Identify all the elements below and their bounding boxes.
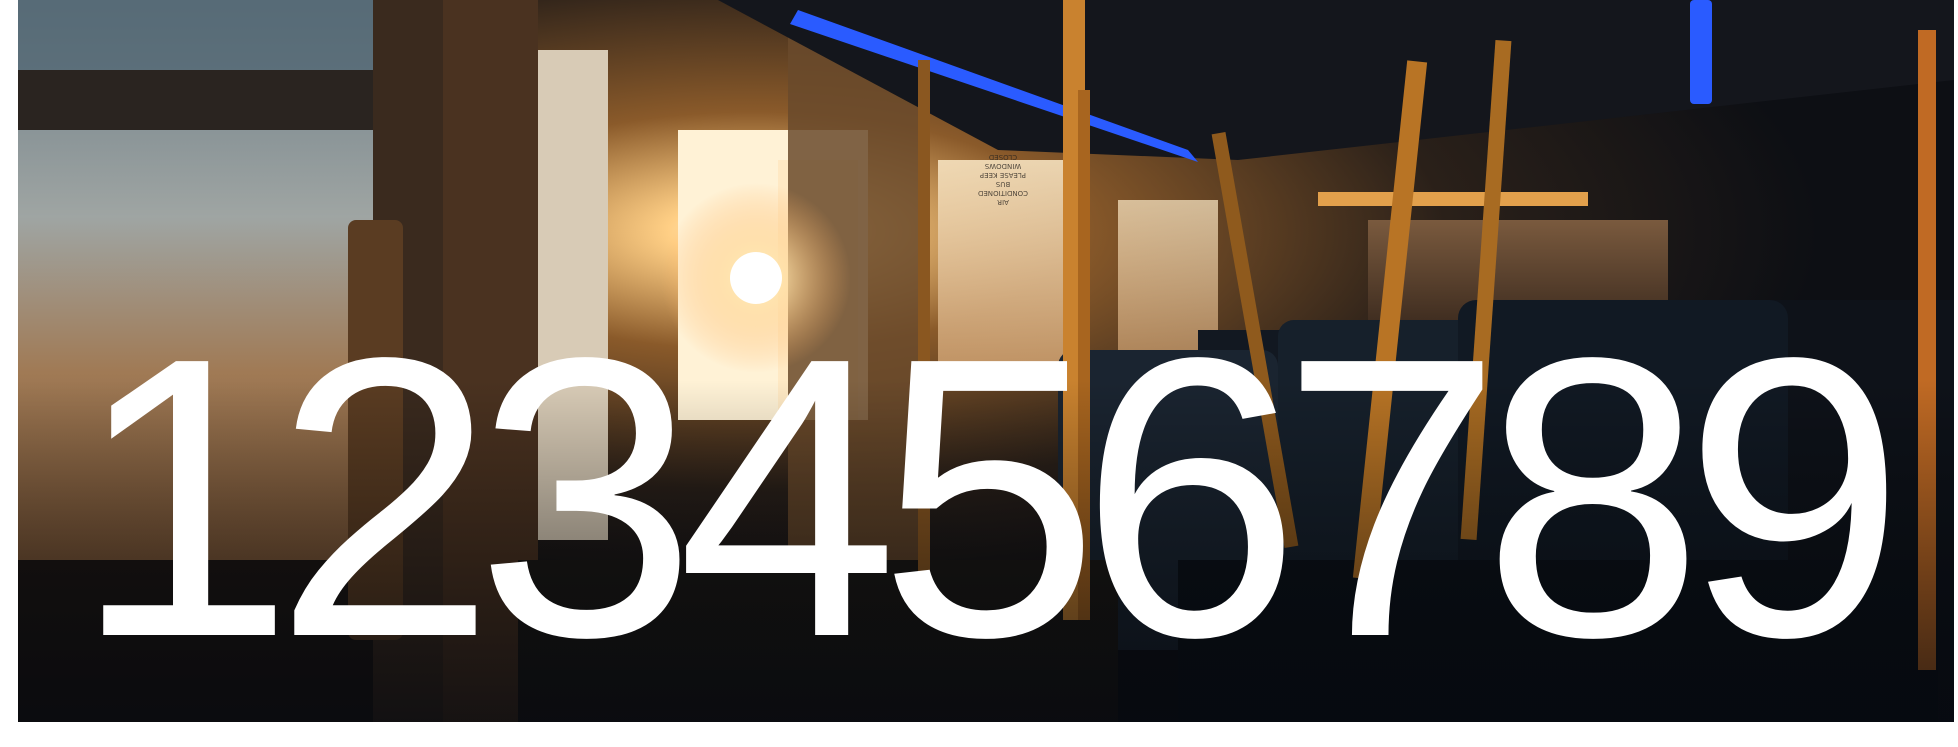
sign-line-1: AIR CONDITIONED BUS	[978, 180, 1028, 206]
sign-line-2: PLEASE KEEP WINDOWS CLOSED	[979, 153, 1027, 179]
headline-number: 123456789	[72, 276, 1905, 720]
page: AIR CONDITIONED BUS PLEASE KEEP WINDOWS …	[0, 0, 1958, 747]
air-conditioned-sign: AIR CONDITIONED BUS PLEASE KEEP WINDOWS …	[978, 153, 1028, 206]
